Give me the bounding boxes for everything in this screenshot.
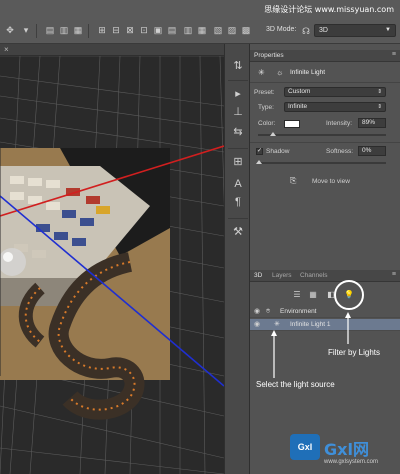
light-properties-icon[interactable]: ☼ xyxy=(276,68,283,77)
distribute-icon[interactable]: ▤ xyxy=(166,25,178,35)
right-panels: Properties ≡ ✳ ☼ Infinite Light Preset: … xyxy=(250,44,400,474)
distribute-icon[interactable]: ▩ xyxy=(240,25,252,35)
shadow-checkbox[interactable]: ✓ xyxy=(256,148,263,155)
strip-divider xyxy=(228,80,248,81)
toolbar-divider xyxy=(36,24,37,38)
filter-meshes-icon[interactable]: ▦ xyxy=(308,290,318,300)
panel-icon-strip: ⇅ ▸ ⊥ ⇆ ⊞ A ¶ ⚒ xyxy=(224,44,250,474)
watermark-url: www.gxlsystem.com xyxy=(324,459,379,465)
canvas[interactable] xyxy=(0,56,224,474)
distribute-icon[interactable]: ⊟ xyxy=(110,25,122,35)
chevron-updown-icon: ⇕ xyxy=(377,104,382,110)
filter-whole-scene-icon[interactable]: ☰ xyxy=(292,290,302,300)
sun-light-icon: ✳ xyxy=(258,68,265,77)
orbit-icon[interactable]: ☊ xyxy=(300,26,312,36)
actions-icon[interactable]: ▸ xyxy=(230,86,246,102)
move-tool-icon[interactable]: ✥ xyxy=(4,25,16,35)
chevron-down-icon: ▼ xyxy=(385,27,391,33)
preset-select[interactable]: Custom ⇕ xyxy=(284,87,386,97)
preset-select-value: Custom xyxy=(288,88,311,95)
type-select-value: Infinite xyxy=(288,103,308,110)
panel-menu-icon[interactable]: ≡ xyxy=(392,51,396,58)
3d-scene[interactable] xyxy=(0,56,224,474)
softness-label: Softness: xyxy=(326,148,354,155)
workspace-select[interactable]: 3D ▼ xyxy=(314,24,396,37)
color-swatch[interactable] xyxy=(284,120,300,128)
tab-3d[interactable]: 3D xyxy=(254,272,262,279)
chevron-updown-icon: ⇕ xyxy=(377,89,382,95)
dropdown-icon[interactable]: ▾ xyxy=(20,25,32,35)
toolbar-divider xyxy=(88,24,89,38)
type-label: Type: xyxy=(258,104,274,111)
filter-by-lights-caption: Filter by Lights xyxy=(328,348,381,357)
strip-divider xyxy=(228,148,248,149)
align-icon[interactable]: ▥ xyxy=(58,25,70,35)
align-icon[interactable]: ▦ xyxy=(72,25,84,35)
strip-divider xyxy=(228,218,248,219)
softness-field[interactable]: 0% xyxy=(358,146,386,156)
distribute-icon[interactable]: ▨ xyxy=(226,25,238,35)
distribute-icon[interactable]: ▥ xyxy=(182,25,194,35)
tab-channels[interactable]: Channels xyxy=(300,272,327,279)
workspace-select-value: 3D xyxy=(319,27,328,34)
align-icon[interactable]: ▤ xyxy=(44,25,56,35)
character-icon[interactable]: A xyxy=(230,176,246,192)
adjust-icon[interactable]: ⊥ xyxy=(230,104,246,120)
distribute-icon[interactable]: ▧ xyxy=(212,25,224,35)
select-light-source-caption: Select the light source xyxy=(256,380,335,389)
panel-menu-icon[interactable]: ≡ xyxy=(392,271,396,278)
distribute-icon[interactable]: ⊡ xyxy=(138,25,150,35)
section-divider xyxy=(250,82,400,83)
shadow-label: Shadow xyxy=(266,148,290,155)
color-label: Color: xyxy=(258,120,276,127)
section-divider xyxy=(250,142,400,143)
info-icon[interactable]: ⇆ xyxy=(230,124,246,140)
annotation-arrows xyxy=(271,312,351,378)
move-to-view-icon[interactable]: ⎘ xyxy=(290,176,296,186)
watermark-logo: Gxl xyxy=(290,434,320,460)
options-bar: 思缘设计论坛 www.missyuan.com ✥ ▾ ▤ ▥ ▦ ⊞ ⊟ ⊠ … xyxy=(0,0,400,44)
type-select[interactable]: Infinite ⇕ xyxy=(284,102,386,112)
distribute-icon[interactable]: ⊠ xyxy=(124,25,136,35)
watermark-bottom: Gxl Gxl网 www.gxlsystem.com xyxy=(290,432,396,470)
paragraph-icon[interactable]: ¶ xyxy=(230,194,246,210)
distribute-icon[interactable]: ⊞ xyxy=(96,25,108,35)
watermark-top: 思缘设计论坛 www.missyuan.com xyxy=(264,5,394,14)
move-to-view-button[interactable]: Move to view xyxy=(312,178,350,185)
light-type-header: Infinite Light xyxy=(290,69,326,76)
history-icon[interactable]: ⇅ xyxy=(230,58,246,74)
tab-properties[interactable]: Properties xyxy=(254,52,284,59)
layer-comps-icon[interactable]: ⊞ xyxy=(230,154,246,170)
watermark-name: Gxl网 xyxy=(324,440,369,459)
tool-presets-icon[interactable]: ⚒ xyxy=(230,224,246,240)
tab-layers[interactable]: Layers xyxy=(272,272,292,279)
intensity-slider-thumb[interactable] xyxy=(270,132,276,136)
softness-slider-thumb[interactable] xyxy=(256,160,262,164)
intensity-label: Intensity: xyxy=(326,120,353,127)
intensity-field[interactable]: 89% xyxy=(358,118,386,128)
intensity-slider-track[interactable] xyxy=(258,134,386,136)
document-tab[interactable]: × xyxy=(0,44,224,56)
softness-slider-track[interactable] xyxy=(258,162,386,164)
distribute-icon[interactable]: ▣ xyxy=(152,25,164,35)
3d-panel-header: 3D Layers Channels ≡ xyxy=(250,270,400,282)
preset-label: Preset: xyxy=(254,89,275,96)
3d-mode-label: 3D Mode: xyxy=(266,26,297,33)
distribute-icon[interactable]: ▦ xyxy=(196,25,208,35)
properties-panel-header: Properties ≡ xyxy=(250,50,400,62)
close-icon[interactable]: × xyxy=(4,45,9,54)
